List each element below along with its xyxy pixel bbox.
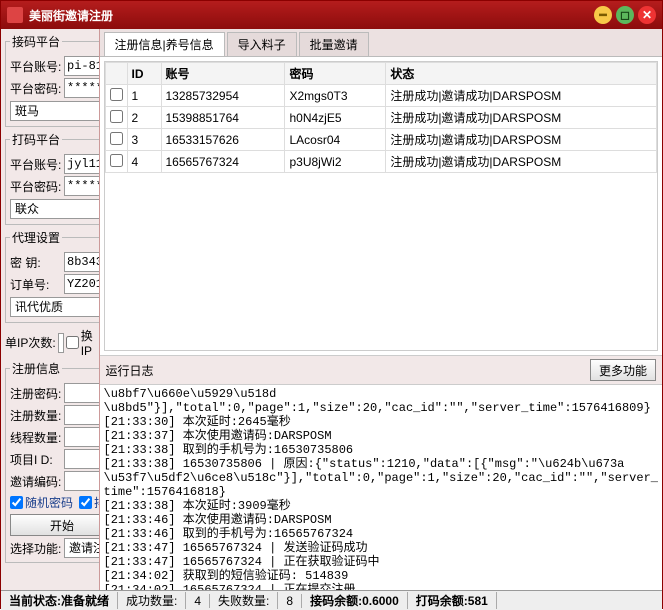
dama-pwd-input[interactable] [64, 176, 100, 196]
log-title: 运行日志 [106, 362, 154, 379]
proxy-key-label: 密 钥: [10, 254, 62, 271]
virt-check[interactable]: 排除虚拟 [79, 494, 99, 511]
proxy-order-input[interactable] [64, 274, 100, 294]
table-row[interactable]: 215398851764h0N4zjE5注册成功|邀请成功|DARSPOSM [105, 107, 657, 129]
proxy-key-input[interactable] [64, 252, 100, 272]
log-output[interactable]: \u8bf7\u660e\u5929\u518d \u8bd5"}],"tota… [100, 385, 663, 590]
swap-ip-label: 换IP [81, 327, 95, 358]
dama-acct-label: 平台账号: [10, 156, 62, 173]
minimize-button[interactable]: ━ [594, 6, 612, 24]
row-checkbox[interactable] [110, 88, 123, 101]
status-bar: 当前状态:准备就绪 成功数量:4 失败数量:8 接码余额:0.6000 打码余额… [1, 590, 662, 610]
reg-group: 注册信息 注册密码: 注册数量: 线程数量: 项目I D: 邀请编码: 随机密码… [5, 360, 100, 563]
reg-inv-input[interactable] [64, 471, 100, 491]
reg-th-input[interactable] [64, 427, 100, 447]
reg-legend: 注册信息 [10, 360, 62, 377]
proxy-select[interactable]: 讯代优质 [10, 297, 100, 317]
ip-count-input[interactable] [58, 333, 64, 353]
reg-th-label: 线程数量: [10, 429, 62, 446]
reg-num-label: 注册数量: [10, 407, 62, 424]
jiema-legend: 接码平台 [10, 33, 62, 50]
fn-label: 选择功能: [10, 540, 62, 557]
dama-acct-input[interactable] [64, 154, 100, 174]
dama-legend: 打码平台 [10, 131, 62, 148]
maximize-button[interactable]: ◻ [616, 6, 634, 24]
reg-pwd-label: 注册密码: [10, 385, 62, 402]
jiema-pwd-input[interactable] [64, 78, 100, 98]
reg-pid-label: 项目I D: [10, 451, 62, 468]
jiema-pwd-label: 平台密码: [10, 80, 62, 97]
titlebar: 美丽街邀请注册 ━ ◻ ✕ [1, 1, 662, 29]
start-button[interactable]: 开始 [10, 514, 100, 536]
row-checkbox[interactable] [110, 154, 123, 167]
dama-group: 打码平台 平台账号: 平台密码: 联众▾登陆 [5, 131, 100, 225]
tab-batch[interactable]: 批量邀请 [299, 32, 369, 56]
ip-label: 单IP次数: [5, 334, 56, 351]
jiema-group: 接码平台 平台账号: 平台密码: 斑马▾登陆 [5, 33, 100, 127]
reg-pid-input[interactable] [64, 449, 100, 469]
tabs: 注册信息|养号信息 导入料子 批量邀请 [100, 29, 663, 57]
tab-reginfo[interactable]: 注册信息|养号信息 [104, 32, 225, 56]
dama-select[interactable]: 联众 [10, 199, 100, 219]
proxy-legend: 代理设置 [10, 229, 62, 246]
fn-select[interactable]: 邀请注册 [64, 538, 100, 558]
accounts-grid[interactable]: ID账号密码状态 113285732954X2mgs0T3注册成功|邀请成功|D… [104, 61, 659, 351]
table-row[interactable]: 316533157626LAcosr04注册成功|邀请成功|DARSPOSM [105, 129, 657, 151]
swap-ip-checkbox[interactable] [66, 336, 79, 349]
reg-num-input[interactable] [64, 405, 100, 425]
row-checkbox[interactable] [110, 132, 123, 145]
proxy-group: 代理设置 密 钥: 订单号: 讯代优质▾测试 [5, 229, 100, 323]
jiema-select[interactable]: 斑马 [10, 101, 100, 121]
row-checkbox[interactable] [110, 110, 123, 123]
window-title: 美丽街邀请注册 [29, 7, 590, 24]
table-row[interactable]: 416565767324p3U8jWi2注册成功|邀请成功|DARSPOSM [105, 151, 657, 173]
dama-pwd-label: 平台密码: [10, 178, 62, 195]
reg-inv-label: 邀请编码: [10, 473, 62, 490]
close-button[interactable]: ✕ [638, 6, 656, 24]
jiema-acct-label: 平台账号: [10, 58, 62, 75]
left-panel: 接码平台 平台账号: 平台密码: 斑马▾登陆 打码平台 平台账号: 平台密码: … [1, 29, 100, 590]
app-icon [7, 7, 23, 23]
tab-import[interactable]: 导入料子 [227, 32, 297, 56]
jiema-acct-input[interactable] [64, 56, 100, 76]
reg-pwd-input[interactable] [64, 383, 100, 403]
table-row[interactable]: 113285732954X2mgs0T3注册成功|邀请成功|DARSPOSM [105, 85, 657, 107]
rand-pwd-check[interactable]: 随机密码 [10, 494, 73, 511]
proxy-order-label: 订单号: [10, 276, 62, 293]
more-button[interactable]: 更多功能 [590, 359, 656, 381]
